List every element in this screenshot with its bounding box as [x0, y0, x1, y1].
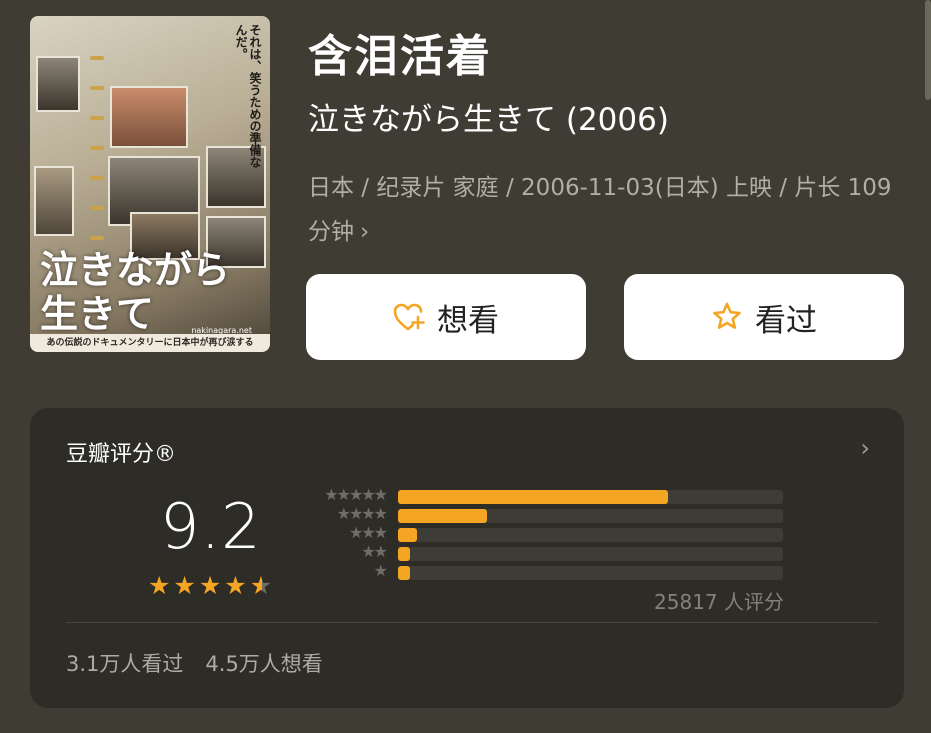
movie-meta-info[interactable]: 日本 / 纪录片 家庭 / 2006-11-03(日本) 上映 / 片长 109…: [308, 166, 908, 254]
rating-bar-fill: [398, 547, 410, 561]
chevron-right-icon[interactable]: ›: [860, 434, 870, 462]
rating-bar-fill: [398, 528, 418, 542]
star-level-label: ★★★★★: [324, 485, 388, 504]
want-to-watch-button[interactable]: 想看: [306, 274, 586, 360]
rating-stars: ★ ★ ★ ★ ★: [148, 573, 272, 598]
movie-original-title: 泣きながら生きて (2006): [308, 102, 669, 138]
rating-bar-track: [398, 528, 783, 542]
watched-label: 看过: [755, 302, 817, 339]
rating-star-icon: ★: [198, 571, 222, 600]
movie-poster[interactable]: それは、笑うための準備なんだ。 泣きながら 生きて nakinagara.net…: [30, 16, 270, 352]
divider: [66, 622, 878, 623]
poster-bottom-caption: あの伝説のドキュメンタリーに日本中が再び涙する: [30, 334, 270, 352]
rating-bar-track: [398, 547, 783, 561]
star-level-label: ★★★: [348, 523, 388, 542]
rating-header: 豆瓣评分®: [66, 442, 177, 467]
rating-bar-fill: [398, 566, 410, 580]
rating-count: 25817 人评分: [654, 590, 784, 614]
star-level-label: ★★★★: [336, 504, 388, 523]
chevron-right-icon: ›: [360, 219, 370, 245]
audience-stats: 3.1万人看过 4.5万人想看: [66, 648, 323, 678]
rating-star-icon: ★: [224, 571, 247, 600]
heart-plus-icon: [393, 302, 425, 332]
poster-tagline: それは、笑うための準備なんだ。: [234, 24, 262, 168]
rating-bar-fill: [398, 509, 487, 523]
rating-star-icon: ★: [249, 571, 273, 600]
rating-bar-fill: [398, 490, 668, 504]
rating-bar-track: [398, 566, 783, 580]
want-count: 4.5万人想看: [205, 652, 323, 676]
movie-title: 含泪活着: [308, 31, 492, 82]
star-level-label: ★: [373, 561, 388, 580]
rating-bar-track: [398, 490, 783, 504]
star-outline-icon: [711, 301, 743, 333]
movie-meta-text: 日本 / 纪录片 家庭 / 2006-11-03(日本) 上映 / 片长 109…: [308, 175, 892, 245]
star-level-label: ★★: [361, 542, 388, 561]
poster-title: 泣きながら 生きて: [40, 247, 231, 336]
want-to-watch-label: 想看: [437, 302, 499, 339]
douban-rating-card[interactable]: 豆瓣评分® › 9.2 ★ ★ ★ ★ ★ ★★★★★ ★★★★ ★★★ ★★ ★ 25817 …: [30, 408, 904, 708]
scroll-indicator[interactable]: [925, 0, 931, 100]
watched-button[interactable]: 看过: [624, 274, 904, 360]
rating-star-icon: ★: [173, 571, 196, 600]
watched-count: 3.1万人看过: [66, 652, 184, 676]
rating-bar-track: [398, 509, 783, 523]
rating-distribution-row: ★: [298, 561, 798, 582]
rating-star-icon: ★: [148, 571, 171, 600]
rating-score: 9.2: [160, 490, 262, 563]
